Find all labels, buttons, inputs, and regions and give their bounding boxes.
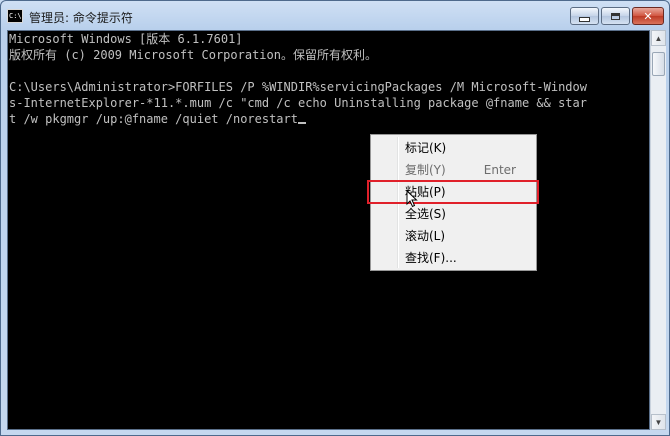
title-bar[interactable]: C:\ 管理员: 命令提示符 ✕: [1, 1, 669, 31]
menu-item-find[interactable]: 查找(F)...: [373, 247, 534, 269]
minimize-icon: [579, 16, 590, 22]
vertical-scrollbar[interactable]: ▲ ▼: [650, 30, 666, 430]
paste-highlight-box: [367, 180, 539, 204]
menu-item-label: 查找(F)...: [405, 251, 457, 265]
maximize-button[interactable]: [601, 7, 630, 25]
scroll-up-button[interactable]: ▲: [651, 30, 666, 46]
arrow-up-icon: ▲: [654, 33, 663, 43]
scroll-thumb[interactable]: [652, 52, 665, 76]
console-line: 版权所有 (c) 2009 Microsoft Corporation。保留所有…: [9, 48, 377, 62]
menu-item-label: 复制(Y): [405, 163, 446, 177]
cmd-app-icon[interactable]: C:\: [7, 9, 23, 23]
menu-item-scroll[interactable]: 滚动(L): [373, 225, 534, 247]
menu-item-copy[interactable]: 复制(Y) Enter: [373, 159, 534, 181]
console-line: s-InternetExplorer-*11.*.mum /c "cmd /c …: [9, 96, 587, 110]
close-icon: ✕: [643, 9, 653, 23]
console-output[interactable]: Microsoft Windows [版本 6.1.7601] 版权所有 (c)…: [7, 30, 650, 430]
menu-item-shortcut: Enter: [483, 163, 516, 177]
menu-item-label: 滚动(L): [405, 229, 446, 243]
console-line: C:\Users\Administrator>FORFILES /P %WIND…: [9, 80, 587, 94]
menu-item-label: 标记(K): [405, 141, 447, 155]
menu-item-select-all[interactable]: 全选(S): [373, 203, 534, 225]
console-line: Microsoft Windows [版本 6.1.7601]: [9, 32, 243, 46]
window-title: 管理员: 命令提示符: [29, 11, 133, 25]
text-cursor: [297, 122, 306, 124]
console-input-line: t /w pkgmgr /up:@fname /quiet /norestart: [9, 111, 649, 127]
console-command-tail: t /w pkgmgr /up:@fname /quiet /norestart: [9, 112, 298, 126]
scroll-down-button[interactable]: ▼: [651, 414, 666, 430]
mouse-pointer-icon: [406, 190, 418, 208]
maximize-icon: [611, 12, 620, 20]
arrow-down-icon: ▼: [654, 417, 663, 427]
menu-item-mark[interactable]: 标记(K): [373, 137, 534, 159]
command-prompt-window: C:\ 管理员: 命令提示符 ✕ Microsoft Windows [版本 6…: [0, 0, 670, 436]
close-button[interactable]: ✕: [632, 7, 664, 25]
minimize-button[interactable]: [570, 7, 599, 25]
